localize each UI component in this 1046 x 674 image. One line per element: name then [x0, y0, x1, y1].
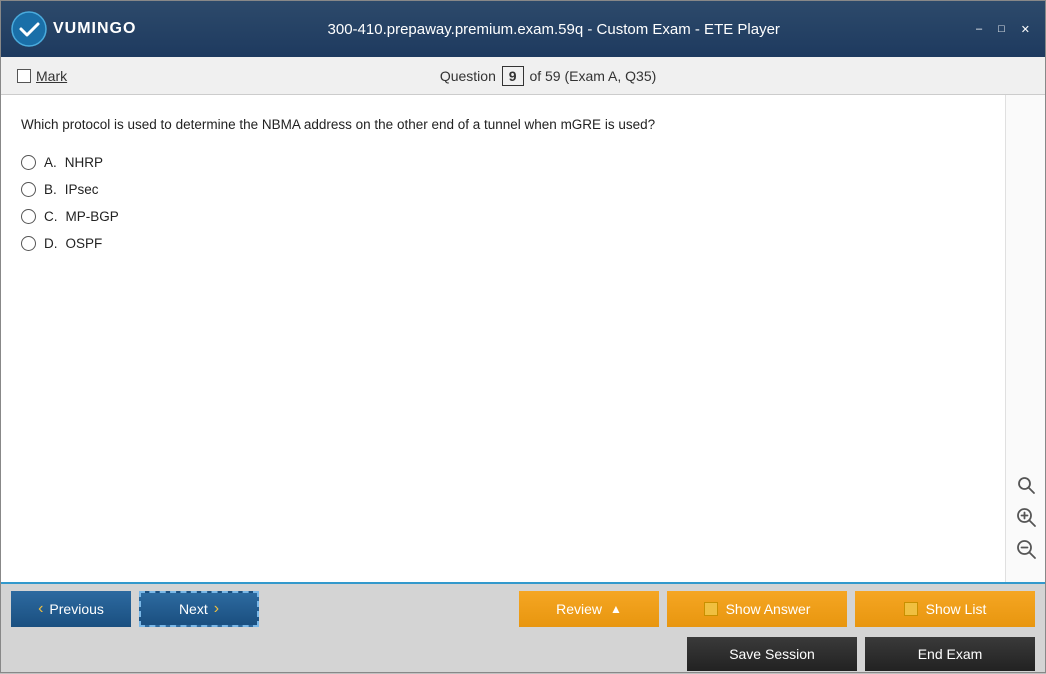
radio-d[interactable]: [21, 236, 36, 251]
option-d-text: OSPF: [66, 236, 103, 251]
question-info: Question 9 of 59 (Exam A, Q35): [67, 66, 1029, 86]
show-list-button[interactable]: Show List: [855, 591, 1035, 627]
window-controls: – □ ✕: [971, 21, 1035, 38]
question-text: Which protocol is used to determine the …: [21, 115, 985, 135]
mark-checkbox[interactable]: [17, 69, 31, 83]
bottom-toolbar: ‹ Previous Next › Review ▲ Show Answer: [1, 582, 1045, 672]
zoom-out-icon[interactable]: [1013, 536, 1039, 562]
window-title: 300-410.prepaway.premium.exam.59q - Cust…: [136, 21, 971, 38]
right-sidebar: [1005, 95, 1045, 582]
logo-area: VUMINGO: [11, 11, 136, 47]
option-b[interactable]: B. IPsec: [21, 182, 985, 197]
end-exam-button[interactable]: End Exam: [865, 637, 1035, 671]
option-d[interactable]: D. OSPF: [21, 236, 985, 251]
close-button[interactable]: ✕: [1016, 21, 1035, 38]
option-c-letter: C.: [44, 209, 58, 224]
search-icon[interactable]: [1013, 472, 1039, 498]
mark-label[interactable]: Mark: [36, 68, 67, 84]
radio-c[interactable]: [21, 209, 36, 224]
prev-chevron-icon: ‹: [38, 600, 43, 618]
minimize-button[interactable]: –: [971, 21, 987, 37]
previous-label: Previous: [49, 601, 103, 617]
show-list-icon: [904, 602, 918, 616]
next-label: Next: [179, 601, 208, 617]
logo-text: VUMINGO: [53, 20, 136, 38]
question-label: Question: [440, 68, 496, 84]
options-list: A. NHRP B. IPsec C. MP-BGP D. OSPF: [21, 155, 985, 251]
previous-button[interactable]: ‹ Previous: [11, 591, 131, 627]
mark-area: Mark: [17, 68, 67, 84]
review-label: Review: [556, 601, 602, 617]
review-arrow-icon: ▲: [610, 602, 622, 616]
show-answer-label: Show Answer: [726, 601, 811, 617]
show-answer-icon: [704, 602, 718, 616]
review-button[interactable]: Review ▲: [519, 591, 659, 627]
vumingo-logo: [11, 11, 47, 47]
title-bar: VUMINGO 300-410.prepaway.premium.exam.59…: [1, 1, 1045, 57]
radio-b[interactable]: [21, 182, 36, 197]
option-c[interactable]: C. MP-BGP: [21, 209, 985, 224]
option-a[interactable]: A. NHRP: [21, 155, 985, 170]
option-b-text: IPsec: [65, 182, 99, 197]
option-a-text: NHRP: [65, 155, 103, 170]
next-button[interactable]: Next ›: [139, 591, 259, 627]
header-bar: Mark Question 9 of 59 (Exam A, Q35): [1, 57, 1045, 95]
radio-a[interactable]: [21, 155, 36, 170]
maximize-button[interactable]: □: [993, 21, 1010, 37]
save-session-button[interactable]: Save Session: [687, 637, 857, 671]
show-answer-button[interactable]: Show Answer: [667, 591, 847, 627]
toolbar-row1: ‹ Previous Next › Review ▲ Show Answer: [1, 584, 1045, 634]
option-a-letter: A.: [44, 155, 57, 170]
content-area: Which protocol is used to determine the …: [1, 95, 1045, 582]
question-number: 9: [502, 66, 524, 86]
app-window: VUMINGO 300-410.prepaway.premium.exam.59…: [0, 0, 1046, 673]
option-d-letter: D.: [44, 236, 58, 251]
show-list-label: Show List: [926, 601, 987, 617]
question-total: of 59 (Exam A, Q35): [529, 68, 656, 84]
option-c-text: MP-BGP: [66, 209, 119, 224]
toolbar-row2: Save Session End Exam: [1, 634, 1045, 674]
next-chevron-icon: ›: [214, 600, 219, 618]
question-panel: Which protocol is used to determine the …: [1, 95, 1005, 582]
option-b-letter: B.: [44, 182, 57, 197]
zoom-in-icon[interactable]: [1013, 504, 1039, 530]
